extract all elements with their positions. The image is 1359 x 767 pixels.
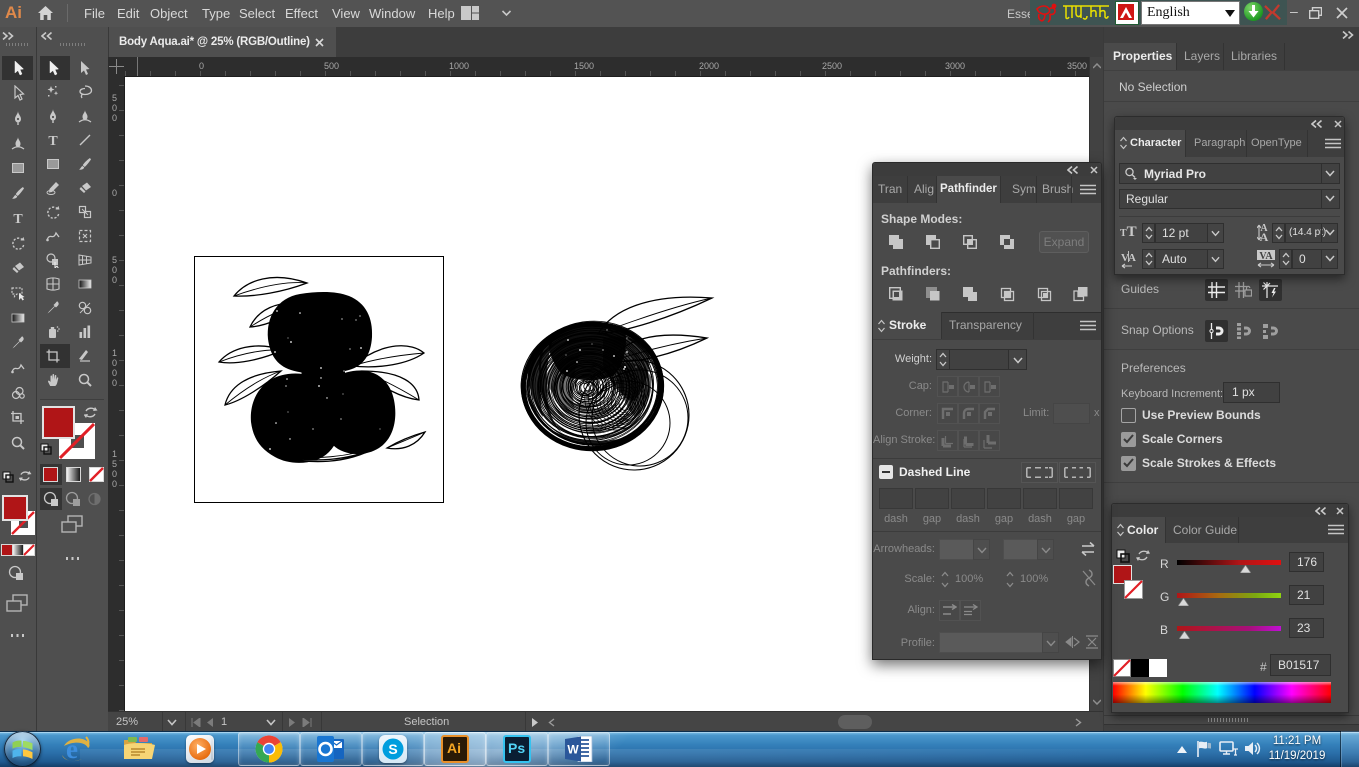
svg-text:S: S (388, 741, 397, 757)
svg-text:e: e (66, 734, 78, 764)
svg-text:W: W (567, 743, 579, 757)
svg-text:VA: VA (1259, 251, 1273, 262)
svg-text:A: A (1260, 230, 1269, 243)
svg-text:A: A (1128, 252, 1136, 264)
